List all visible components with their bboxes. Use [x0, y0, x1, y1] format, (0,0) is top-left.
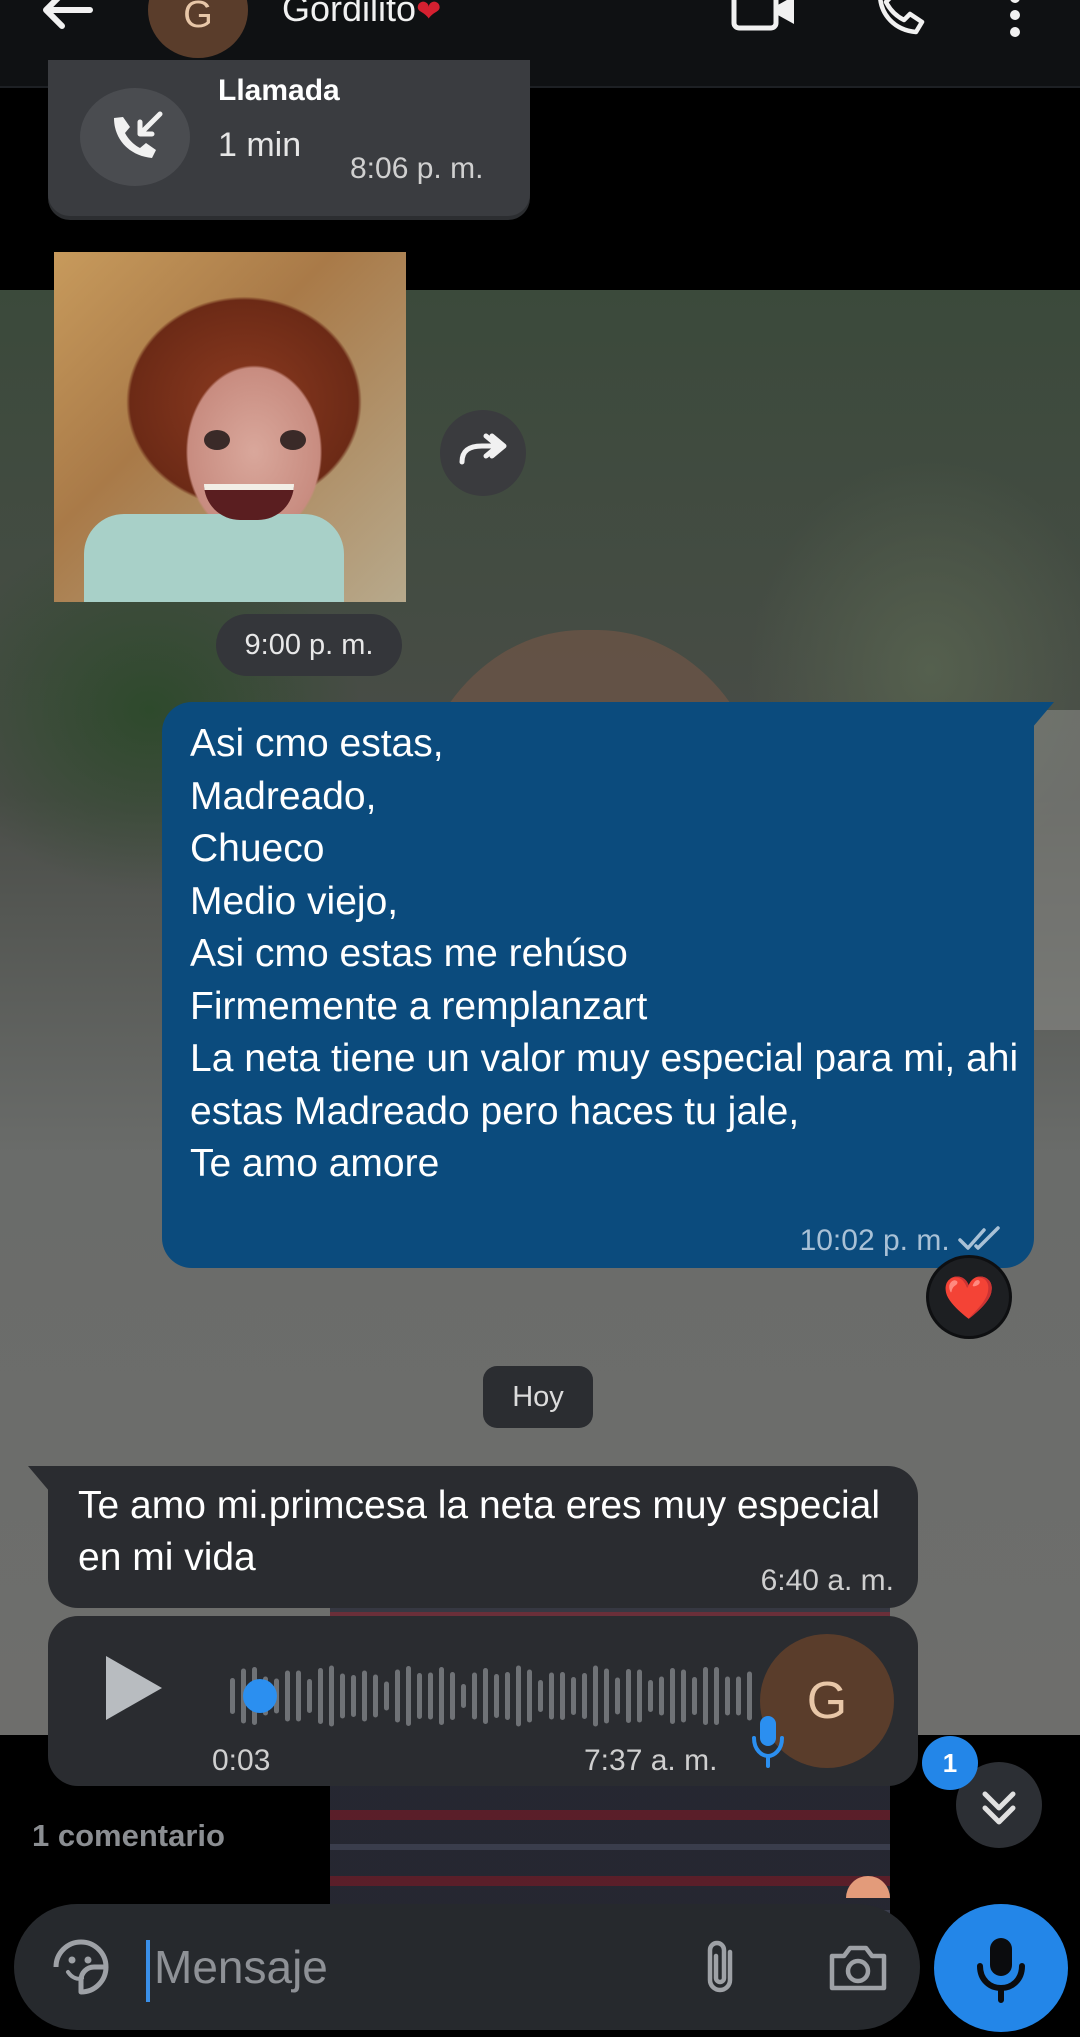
waveform-bar — [285, 1670, 290, 1722]
call-log-card[interactable]: Llamada 1 min 8:06 p. m. — [48, 60, 530, 216]
waveform-bar — [296, 1670, 301, 1722]
photo-eye-right — [280, 430, 306, 450]
waveform-bar — [318, 1668, 323, 1724]
play-icon[interactable] — [106, 1656, 162, 1720]
outgoing-message-meta: 10:02 p. m. — [800, 1224, 1004, 1258]
waveform-bar — [351, 1675, 356, 1717]
waveform-bar — [384, 1681, 389, 1711]
waveform-bar — [648, 1680, 653, 1712]
unread-count-badge: 1 — [922, 1736, 978, 1790]
waveform-bar — [505, 1672, 510, 1720]
paperclip-icon — [707, 1940, 733, 1993]
microphone-icon — [977, 1938, 1025, 2003]
comments-label[interactable]: 1 comentario — [32, 1818, 225, 1854]
photo-eye-left — [204, 430, 230, 450]
waveform-bar — [637, 1669, 642, 1723]
waveform-bar — [604, 1668, 609, 1724]
waveform-bar — [439, 1667, 444, 1725]
contact-avatar[interactable]: G — [148, 0, 248, 58]
attach-button[interactable] — [696, 1938, 746, 2003]
incoming-message[interactable]: Te amo mi.primcesa la neta eres muy espe… — [48, 1466, 918, 1608]
outgoing-message-text: Asi cmo estas, Madreado, Chueco Medio vi… — [190, 722, 1019, 1185]
incoming-call-badge — [80, 88, 190, 186]
more-options-button[interactable] — [1000, 0, 1030, 45]
message-input[interactable] — [146, 1932, 674, 2002]
call-time: 8:06 p. m. — [350, 152, 484, 185]
call-title: Llamada — [218, 74, 340, 107]
sticker-icon — [53, 1939, 109, 1995]
waveform-bar — [626, 1669, 631, 1723]
waveform-bar — [538, 1680, 543, 1712]
waveform-bar — [494, 1674, 499, 1718]
waveform-bar — [615, 1677, 620, 1715]
waveform-bar — [406, 1666, 411, 1726]
waveform-bar — [736, 1676, 741, 1716]
record-voice-button[interactable] — [934, 1904, 1068, 2032]
waveform-bar — [549, 1672, 554, 1720]
contact-name-text: Gordilito — [282, 0, 417, 29]
back-button[interactable] — [40, 0, 100, 40]
waveform-bar — [461, 1684, 466, 1708]
voice-mic-icon — [752, 1716, 784, 1768]
waveform-bar — [714, 1667, 719, 1725]
audio-waveform[interactable] — [194, 1658, 774, 1734]
double-check-icon — [958, 1226, 1000, 1250]
waveform-bar — [516, 1665, 521, 1727]
call-duration: 1 min — [218, 126, 302, 164]
voice-message[interactable]: 0:03 7:37 a. m. G — [48, 1616, 918, 1786]
forward-button[interactable] — [440, 410, 526, 496]
waveform-bar — [725, 1676, 730, 1716]
message-composer — [14, 1904, 920, 2030]
waveform-bar — [703, 1667, 708, 1725]
photo-message[interactable] — [54, 252, 406, 602]
waveform-bar — [362, 1670, 367, 1722]
video-call-button[interactable] — [730, 0, 800, 45]
heart-reaction[interactable]: ❤️ — [926, 1255, 1012, 1339]
waveform-bar — [593, 1665, 598, 1727]
waveform-bar — [472, 1672, 477, 1720]
photo-shirt — [84, 514, 344, 602]
voice-time: 7:37 a. m. — [584, 1744, 718, 1777]
outgoing-message[interactable]: Asi cmo estas, Madreado, Chueco Medio vi… — [162, 702, 1034, 1268]
emoji-button[interactable] — [48, 1934, 114, 2005]
photo-timestamp: 9:00 p. m. — [216, 614, 402, 676]
waveform-bar — [670, 1668, 675, 1724]
waveform-bar — [692, 1677, 697, 1715]
waveform-bar — [582, 1673, 587, 1719]
incoming-bubble-tail — [28, 1466, 50, 1492]
forward-icon — [459, 433, 507, 465]
waveform-bar — [659, 1676, 664, 1716]
phone-icon — [878, 0, 925, 35]
waveform-bar — [560, 1672, 565, 1720]
waveform-bar — [571, 1677, 576, 1715]
contact-name[interactable]: Gordilito❤ — [282, 0, 441, 30]
incoming-call-icon — [114, 111, 163, 158]
waveform-bar — [450, 1672, 455, 1720]
waveform-bar — [395, 1669, 400, 1723]
camera-button[interactable] — [826, 1938, 890, 2003]
waveform-bar — [483, 1668, 488, 1724]
outgoing-bubble-tail — [1032, 702, 1054, 728]
waveform-bar — [681, 1669, 686, 1723]
waveform-bar — [417, 1673, 422, 1719]
waveform-bar — [230, 1678, 235, 1714]
waveform-bar — [527, 1669, 532, 1723]
camera-icon — [829, 1945, 887, 1991]
more-vertical-icon — [1010, 0, 1020, 37]
waveform-bar — [373, 1674, 378, 1718]
day-separator: Hoy — [483, 1366, 593, 1428]
heart-emoji: ❤ — [416, 0, 442, 28]
waveform-bar — [329, 1665, 334, 1727]
voice-duration: 0:03 — [212, 1744, 271, 1777]
video-call-icon — [731, 0, 794, 31]
back-arrow-icon — [43, 0, 93, 29]
waveform-bar — [340, 1673, 345, 1719]
waveform-bar — [428, 1672, 433, 1720]
incoming-message-time: 6:40 a. m. — [760, 1564, 894, 1597]
playback-position-dot[interactable] — [243, 1679, 277, 1713]
waveform-bar — [307, 1679, 312, 1713]
voice-call-button[interactable] — [870, 0, 930, 45]
outgoing-message-time: 10:02 p. m. — [799, 1224, 950, 1257]
